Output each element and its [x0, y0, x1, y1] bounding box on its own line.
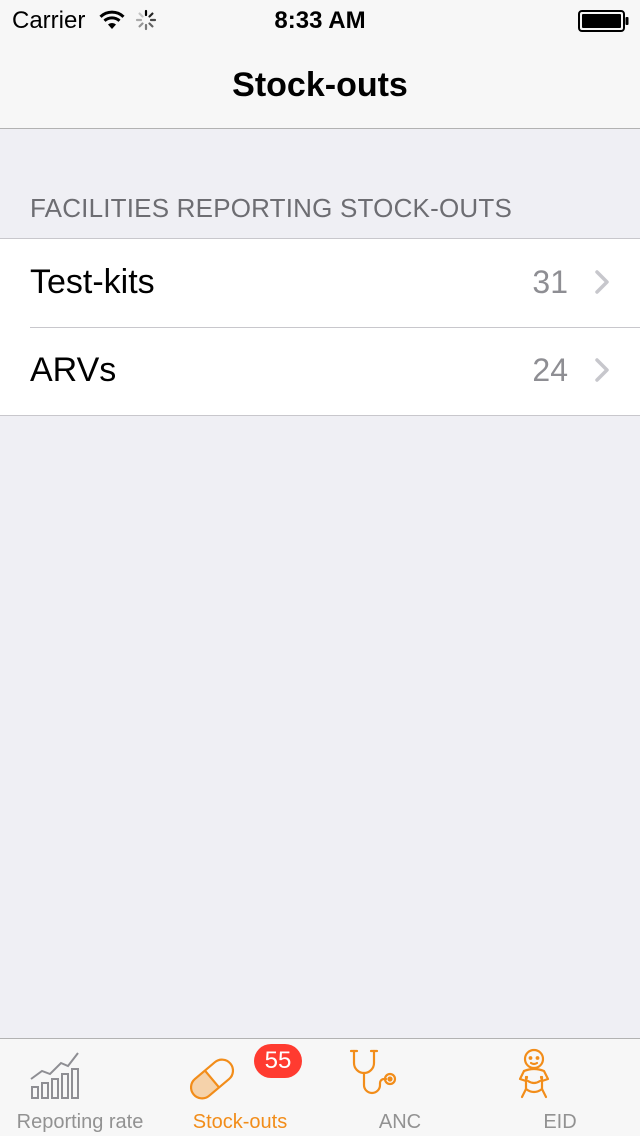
tab-anc[interactable]: ANC	[320, 1039, 480, 1136]
tab-stock-outs[interactable]: 55 Stock-outs	[160, 1039, 320, 1136]
table-row-test-kits[interactable]: Test-kits 31	[0, 239, 640, 327]
tab-eid[interactable]: EID	[480, 1039, 640, 1136]
chevron-right-icon	[594, 269, 610, 300]
status-bar: Carrier 8:33 AM	[0, 0, 640, 40]
battery-icon	[578, 10, 630, 37]
notification-badge: 55	[254, 1044, 302, 1078]
row-count: 24	[532, 352, 568, 388]
table-row-arvs[interactable]: ARVs 24	[0, 327, 640, 415]
page-title: Stock-outs	[232, 66, 408, 104]
navigation-bar: Stock-outs	[0, 40, 640, 129]
tab-label: Reporting rate	[16, 1111, 144, 1133]
tab-label: EID	[543, 1111, 577, 1133]
row-label: ARVs	[30, 351, 117, 389]
tab-label: ANC	[378, 1111, 422, 1133]
tab-reporting-rate[interactable]: Reporting rate	[0, 1039, 160, 1136]
row-count: 31	[532, 264, 568, 300]
tab-label: Stock-outs	[192, 1111, 288, 1133]
section-header: FACILITIES REPORTING STOCK-OUTS	[30, 193, 512, 223]
stock-outs-table: Test-kits 31 ARVs 24	[0, 238, 640, 416]
tab-bar: Reporting rate 55 Stock-outs ANC EID	[0, 1038, 640, 1136]
status-time: 8:33 AM	[274, 7, 366, 34]
row-label: Test-kits	[30, 263, 155, 301]
chevron-right-icon	[594, 357, 610, 388]
